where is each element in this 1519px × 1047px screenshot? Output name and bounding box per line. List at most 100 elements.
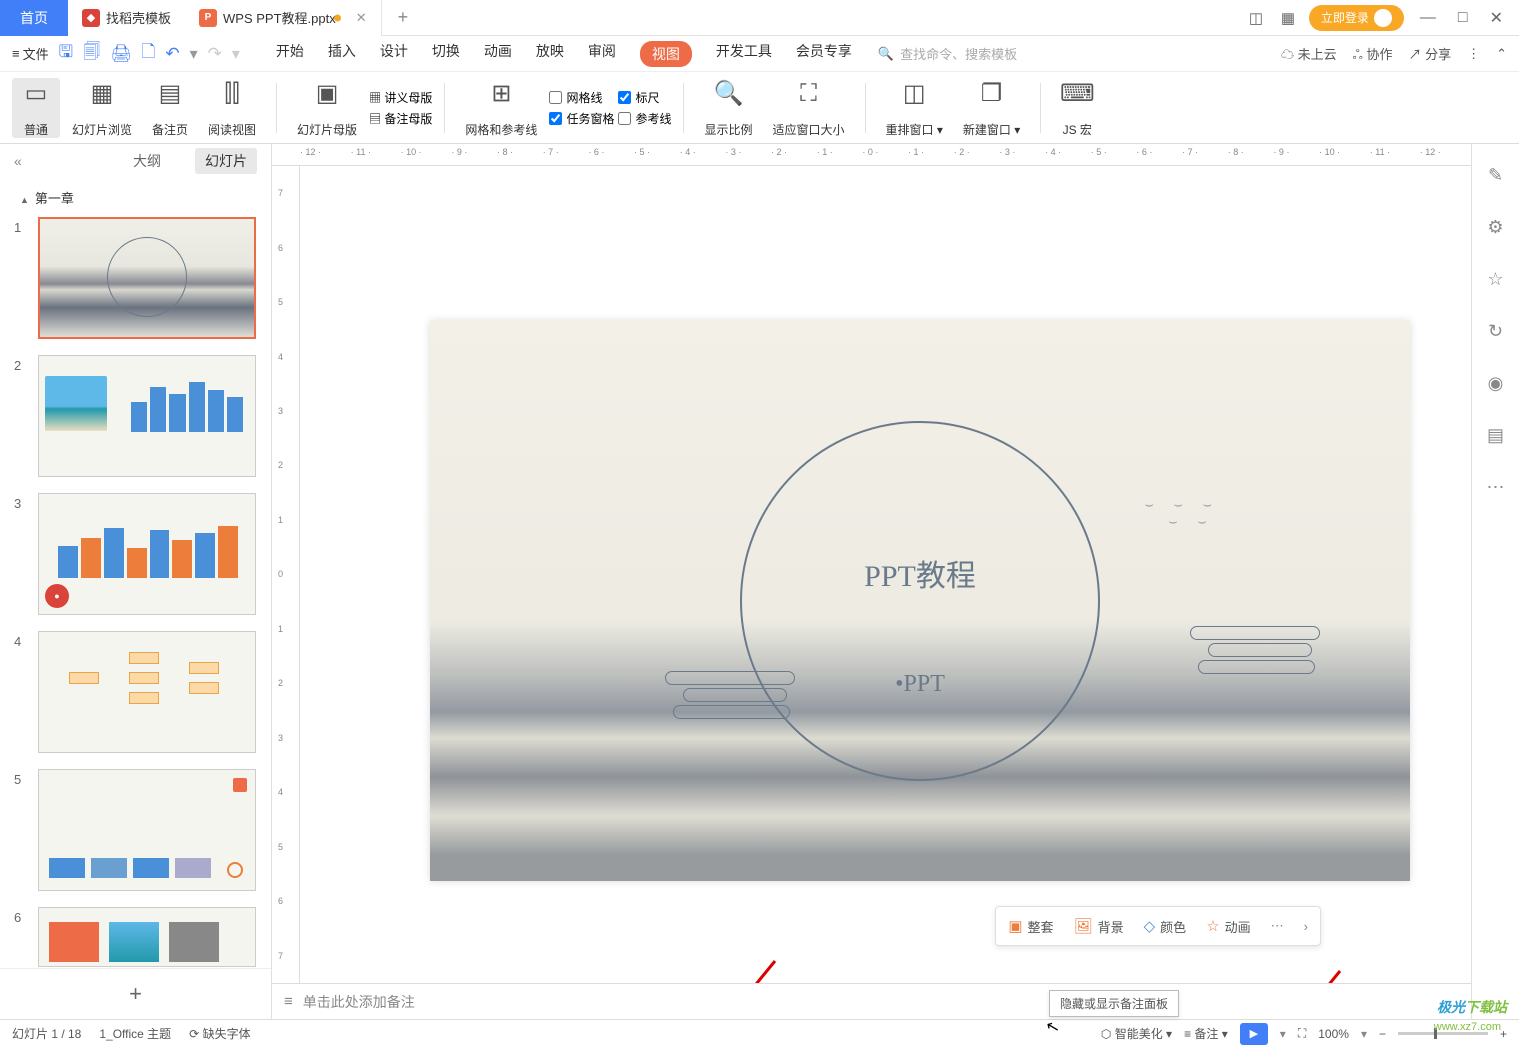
gridlines-checkbox[interactable]: 网格线	[549, 89, 614, 106]
add-slide-button[interactable]: +	[0, 968, 271, 1019]
more-menu-icon[interactable]: ⋮	[1467, 46, 1480, 62]
slide-title-text[interactable]: PPT教程	[864, 551, 976, 595]
resource-panel-icon[interactable]: ▤	[1485, 424, 1507, 446]
beautify-button[interactable]: ⬡ 智能美化 ▾	[1101, 1025, 1172, 1042]
settings-panel-icon[interactable]: ⚙	[1485, 216, 1507, 238]
share-button[interactable]: ↗ 分享	[1408, 44, 1451, 63]
thumbnail-3[interactable]: ●	[38, 493, 256, 615]
color-button[interactable]: ◇颜色	[1144, 917, 1187, 936]
maximize-button[interactable]: □	[1452, 9, 1474, 27]
slides-tab[interactable]: 幻灯片	[195, 148, 257, 174]
tab-insert[interactable]: 插入	[328, 41, 356, 67]
close-window-button[interactable]: ✕	[1484, 8, 1509, 28]
slide-counter[interactable]: 幻灯片 1 / 18	[12, 1025, 81, 1042]
tab-slideshow[interactable]: 放映	[536, 41, 564, 67]
zoom-in-button[interactable]: +	[1500, 1027, 1507, 1041]
login-button[interactable]: 立即登录	[1309, 5, 1404, 31]
undo-icon[interactable]: ↶	[165, 44, 179, 64]
fit-zoom-icon[interactable]: ⛶	[1298, 1026, 1306, 1041]
tab-vip[interactable]: 会员专享	[796, 41, 852, 67]
cloud-status[interactable]: ☁ 未上云	[1281, 44, 1337, 63]
slide-subtitle-text[interactable]: •PPT	[895, 671, 945, 698]
play-slideshow-button[interactable]: ▶	[1240, 1023, 1268, 1045]
print-icon[interactable]: 🖨	[110, 44, 132, 64]
chapter-header[interactable]: 第一章	[0, 178, 271, 217]
grid-icon[interactable]: ▦	[1277, 7, 1299, 29]
save-icon[interactable]: 🖫	[59, 39, 73, 68]
ribbon-slide-master[interactable]: ▣ 幻灯片母版	[289, 78, 365, 138]
suite-button[interactable]: ▣整套	[1008, 917, 1053, 936]
toolbar-more-icon[interactable]: ⋯	[1271, 918, 1284, 934]
print-preview-icon[interactable]: 🗋	[142, 39, 156, 68]
ribbon-notes-page[interactable]: ▤ 备注页	[144, 78, 196, 138]
animation-panel-icon[interactable]: ☆	[1485, 268, 1507, 290]
thumbnail-5[interactable]	[38, 769, 256, 891]
animation-button[interactable]: ☆动画	[1206, 917, 1250, 936]
collab-button[interactable]: ஃ 协作	[1353, 44, 1393, 64]
add-tab-button[interactable]: +	[382, 7, 425, 28]
tab-start[interactable]: 开始	[276, 41, 304, 67]
object-panel-icon[interactable]: ◉	[1485, 372, 1507, 394]
transition-panel-icon[interactable]: ↻	[1485, 320, 1507, 342]
notes-pane[interactable]: ≡ 单击此处添加备注	[272, 983, 1471, 1019]
slide-circle-shape	[740, 421, 1100, 781]
command-search[interactable]: 🔍 查找命令、搜索模板	[878, 44, 1017, 63]
ribbon-zoom[interactable]: 🔍 显示比例	[696, 78, 760, 138]
toolbar-next-icon[interactable]: ›	[1304, 919, 1308, 934]
tab-view[interactable]: 视图	[640, 41, 692, 67]
minimize-button[interactable]: —	[1414, 9, 1442, 27]
background-button[interactable]: 🖼背景	[1074, 917, 1124, 936]
help-panel-icon[interactable]: ⋯	[1485, 476, 1507, 498]
task-pane-checkbox[interactable]: 任务窗格	[549, 110, 614, 127]
ribbon-reading-view[interactable]: ⫿⫿ 阅读视图	[200, 78, 264, 138]
thumbnail-1[interactable]	[38, 217, 256, 339]
tab-home[interactable]: 首页	[0, 0, 68, 36]
redo-icon[interactable]: ↷	[208, 44, 222, 64]
notes-toggle-button[interactable]: ≡ 备注 ▾	[1184, 1025, 1228, 1042]
ruler-checkbox[interactable]: 标尺	[618, 89, 671, 106]
tab-review[interactable]: 审阅	[588, 41, 616, 67]
thumbnail-6[interactable]	[38, 907, 256, 967]
thumb-row-3: 3 ●	[14, 493, 257, 615]
collapse-ribbon-icon[interactable]: ⌃	[1496, 46, 1507, 62]
tab-devtools[interactable]: 开发工具	[716, 41, 772, 67]
thumbnail-4[interactable]	[38, 631, 256, 753]
ribbon-js-macro[interactable]: ⌨ JS 宏	[1053, 78, 1101, 138]
outline-tab[interactable]: 大纲	[123, 148, 171, 174]
undo-dropdown-icon[interactable]: ▾	[190, 44, 198, 64]
file-menu[interactable]: ≡ 文件	[12, 44, 49, 63]
ribbon-arrange-windows[interactable]: ◫ 重排窗口 ▾	[878, 78, 951, 138]
collapse-panel-icon[interactable]: «	[14, 153, 22, 169]
guides-checkbox[interactable]: 参考线	[618, 110, 671, 127]
zoom-out-button[interactable]: −	[1379, 1027, 1386, 1041]
notes-master-button[interactable]: ▤ 备注母版	[369, 110, 432, 127]
tab-design[interactable]: 设计	[380, 41, 408, 67]
slide-canvas[interactable]: ⌣ ⌣ ⌣ ⌣ ⌣ PPT教程 •PPT	[430, 321, 1410, 881]
missing-font-status[interactable]: ⟳ 缺失字体	[189, 1025, 250, 1042]
ribbon-new-window[interactable]: ❐ 新建窗口 ▾	[955, 78, 1028, 138]
ribbon-slide-browse[interactable]: ▦ 幻灯片浏览	[64, 78, 140, 138]
thumb-number: 5	[14, 769, 28, 891]
zoom-value[interactable]: 100%	[1318, 1027, 1349, 1041]
canvas-scroll[interactable]: a1 a1 ⌣ ⌣ ⌣ ⌣ ⌣ PPT教程 •PPT ▣整套 🖼背景 ◇颜色 ☆…	[300, 166, 1471, 983]
save-as-icon[interactable]: 🗐	[83, 39, 100, 68]
zoom-dropdown-icon[interactable]: ▾	[1361, 1027, 1367, 1041]
close-tab-icon[interactable]: ✕	[356, 10, 367, 26]
theme-status[interactable]: 1_Office 主题	[99, 1025, 171, 1042]
handout-master-button[interactable]: ▦ 讲义母版	[369, 89, 432, 106]
slide-browse-label: 幻灯片浏览	[72, 121, 132, 138]
tab-transition[interactable]: 切换	[432, 41, 460, 67]
thumbnails-list[interactable]: 1 2 3 ● 4	[0, 217, 271, 968]
design-panel-icon[interactable]: ✎	[1485, 164, 1507, 186]
ribbon-fit-window[interactable]: ⛶ 适应窗口大小	[764, 78, 852, 138]
thumbnail-2[interactable]	[38, 355, 256, 477]
ribbon-grid-guides[interactable]: ⊞ 网格和参考线	[457, 78, 545, 138]
tab-current-file[interactable]: P WPS PPT教程.pptx ✕	[185, 0, 382, 36]
tab-template[interactable]: ◆ 找稻壳模板	[68, 0, 185, 36]
ribbon-normal-view[interactable]: ▭ 普通	[12, 78, 60, 138]
redo-dropdown-icon[interactable]: ▾	[232, 44, 240, 64]
tab-animation[interactable]: 动画	[484, 41, 512, 67]
canvas-area: · 12 ·· 11 ·· 10 ·· 9 ·· 8 ·· 7 ·· 6 ·· …	[272, 144, 1471, 1019]
play-dropdown-icon[interactable]: ▾	[1280, 1027, 1286, 1041]
panel-icon[interactable]: ◫	[1245, 7, 1267, 29]
